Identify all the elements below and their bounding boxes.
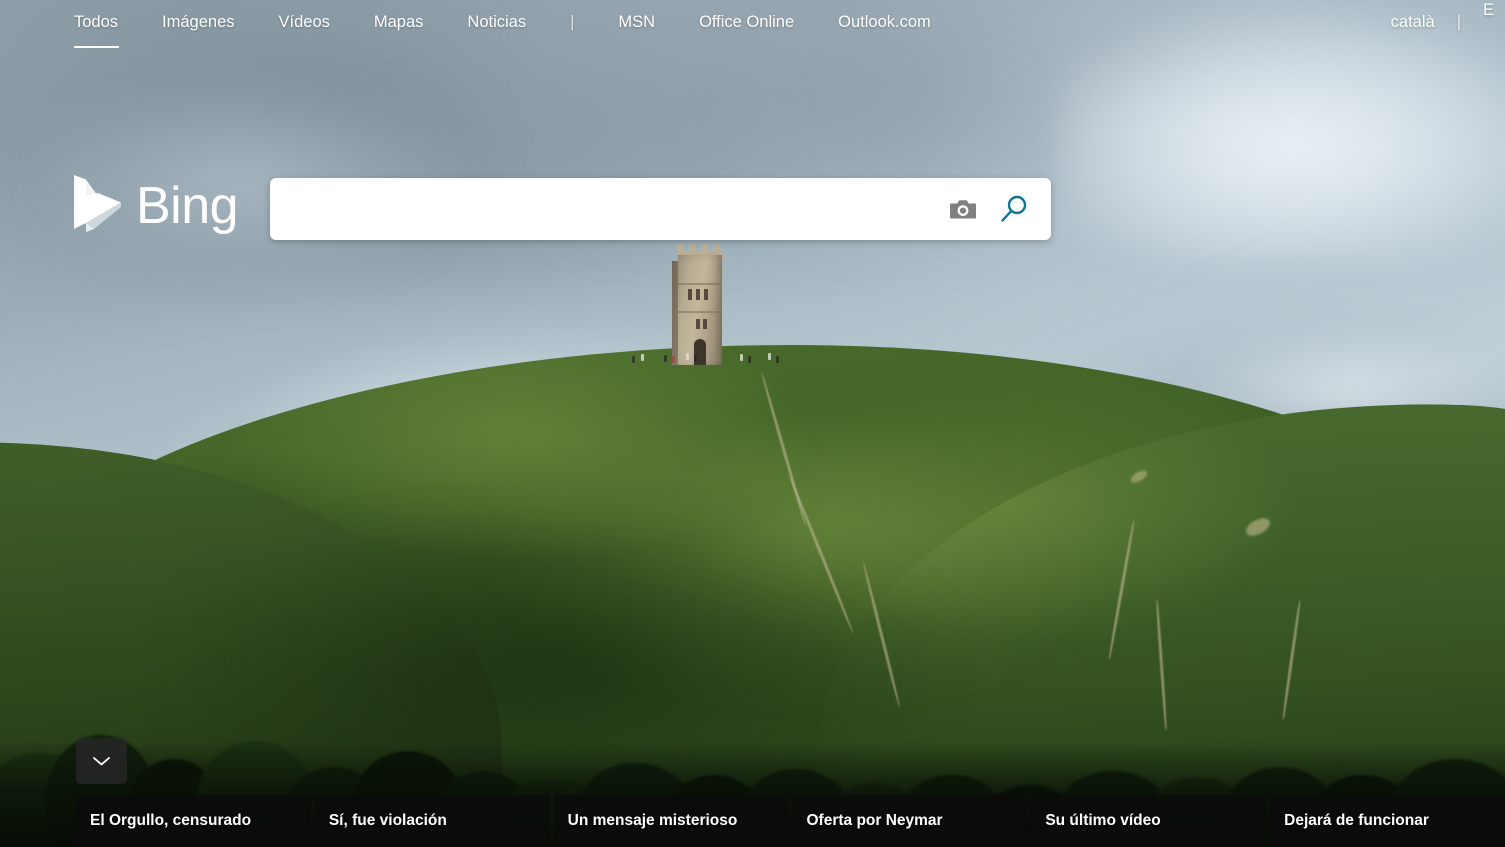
nav-item-imagenes[interactable]: Imágenes xyxy=(162,0,234,32)
news-headline: Oferta por Neymar xyxy=(806,812,943,829)
news-tile[interactable]: Un mensaje misterioso xyxy=(553,795,789,847)
nav-item-msn[interactable]: MSN xyxy=(618,0,655,32)
expand-info-button[interactable] xyxy=(76,738,127,784)
news-headline: El Orgullo, censurado xyxy=(90,812,252,829)
nav-item-noticias[interactable]: Noticias xyxy=(467,0,526,32)
nav-item-truncated[interactable]: E xyxy=(1483,0,1494,19)
nav-separator: | xyxy=(1456,13,1461,31)
search-submit-button[interactable] xyxy=(987,185,1041,233)
nav-primary: Todos Imágenes Vídeos Mapas Noticias | M… xyxy=(0,0,975,48)
search-input[interactable] xyxy=(270,178,941,240)
bing-brand[interactable]: Bing xyxy=(74,175,239,237)
news-headline: Un mensaje misterioso xyxy=(567,812,738,829)
background-image xyxy=(0,0,1505,847)
chevron-down-icon xyxy=(93,757,110,766)
bing-wordmark: Bing xyxy=(136,177,239,235)
bing-homepage: Todos Imágenes Vídeos Mapas Noticias | M… xyxy=(0,0,1505,847)
news-headline: Sí, fue violación xyxy=(328,812,447,829)
news-headline: Su último vídeo xyxy=(1045,812,1161,829)
nav-item-truncated-wrapper: E xyxy=(1483,0,1505,20)
top-navigation: Todos Imágenes Vídeos Mapas Noticias | M… xyxy=(0,0,1505,52)
nav-secondary: català | E xyxy=(1391,0,1505,32)
nav-separator: | xyxy=(570,13,575,31)
nav-item-videos[interactable]: Vídeos xyxy=(279,0,330,32)
nav-item-language-catala[interactable]: català xyxy=(1391,0,1435,32)
news-tile[interactable]: Su último vídeo xyxy=(1031,795,1267,847)
stone-tower xyxy=(672,243,728,365)
nav-item-outlook-com[interactable]: Outlook.com xyxy=(838,0,931,32)
visual-search-button[interactable] xyxy=(941,187,985,231)
camera-icon xyxy=(950,200,976,219)
nav-item-todos[interactable]: Todos xyxy=(74,0,120,48)
news-tile[interactable]: Dejará de funcionar xyxy=(1270,795,1505,847)
nav-item-mapas[interactable]: Mapas xyxy=(374,0,424,32)
nav-item-office-online[interactable]: Office Online xyxy=(699,0,794,32)
news-headline: Dejará de funcionar xyxy=(1284,812,1429,829)
magnifier-icon xyxy=(1001,195,1027,222)
news-tile[interactable]: El Orgullo, censurado xyxy=(76,795,311,847)
bing-b-logo-icon xyxy=(74,175,121,232)
news-tile[interactable]: Oferta por Neymar xyxy=(792,795,1028,847)
search-box[interactable] xyxy=(270,178,1051,240)
news-headlines-bar: El Orgullo, censurado Sí, fue violación … xyxy=(0,795,1505,847)
news-tile[interactable]: Sí, fue violación xyxy=(314,795,550,847)
